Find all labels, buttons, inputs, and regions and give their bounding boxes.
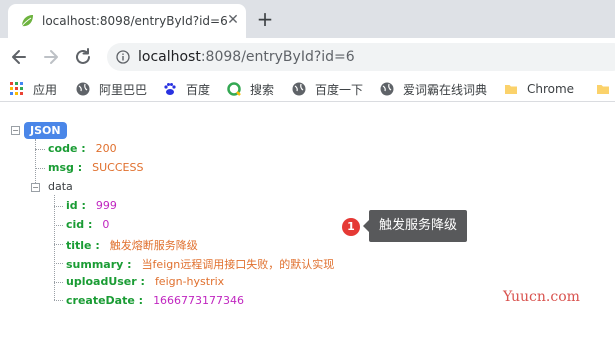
json-key: createDate : (66, 294, 144, 307)
spring-leaf-icon (21, 15, 33, 27)
json-row-msg: msg : SUCCESS (48, 161, 143, 174)
bookmark-folder-chrome[interactable]: Chrome (504, 81, 574, 97)
annotation-number-badge: 1 (342, 218, 360, 236)
tree-guide (54, 282, 63, 283)
json-key: id : (66, 199, 86, 212)
json-key: msg : (48, 161, 83, 174)
json-value: 1666773177346 (153, 294, 245, 307)
tab-strip: localhost:8098/entryById?id=6 ✕ + (0, 0, 615, 38)
bookmarks-bar: 应用 阿里巴巴 百度 搜索 百度一下 爱词霸在线词典 Chrome (0, 76, 615, 102)
new-tab-button[interactable]: + (254, 9, 276, 31)
watermark-text: Yuucn.com (503, 289, 580, 305)
bookmark-alibaba[interactable]: 阿里巴巴 (76, 81, 147, 97)
json-value: SUCCESS (92, 161, 144, 174)
json-viewer: − JSON code : 200 msg : SUCCESS − data id … (0, 103, 615, 353)
json-value: 200 (95, 142, 117, 155)
bookmark-label: 应用 (33, 82, 58, 97)
tree-guide (35, 139, 36, 187)
back-arrow-icon[interactable] (8, 46, 30, 68)
json-key: cid : (66, 218, 93, 231)
url-text[interactable]: localhost:8098/entryById?id=6 (138, 49, 355, 65)
json-key: summary : (66, 258, 132, 271)
bookmark-search[interactable]: 搜索 (227, 81, 274, 97)
globe-icon (380, 82, 394, 96)
tree-guide (54, 225, 63, 226)
tree-guide (54, 263, 63, 264)
bookmark-label: 阿里巴巴 (99, 82, 148, 97)
browser-toolbar: localhost:8098/entryById?id=6 (0, 38, 615, 76)
tree-guide (54, 195, 55, 300)
bookmark-label: 百度 (186, 82, 211, 97)
collapse-root-toggle[interactable]: − (11, 126, 20, 135)
baidu-paw-icon (164, 83, 176, 95)
bookmark-baidu-search[interactable]: 百度一下 (292, 81, 363, 97)
tree-guide (35, 168, 45, 169)
bookmark-apps[interactable]: 应用 (10, 81, 57, 97)
reload-icon[interactable] (72, 46, 94, 68)
json-key: code : (48, 142, 86, 155)
tab-title: localhost:8098/entryById?id=6 (42, 14, 228, 28)
info-icon[interactable] (116, 50, 130, 64)
json-root-badge[interactable]: JSON (24, 122, 67, 139)
bookmark-iciba[interactable]: 爱词霸在线词典 (380, 81, 487, 97)
tree-guide (35, 149, 45, 150)
json-row-create-date: createDate : 1666773177346 (66, 294, 244, 307)
json-row-cid: cid : 0 (66, 218, 109, 231)
tree-guide (54, 206, 63, 207)
collapse-data-toggle[interactable]: − (31, 183, 40, 192)
close-tab-icon[interactable]: ✕ (224, 11, 242, 29)
json-value: 999 (95, 199, 117, 212)
json-row-summary: summary : 当feign远程调用接口失败，的默认实现 (66, 256, 334, 272)
forward-arrow-icon[interactable] (40, 46, 62, 68)
annotation-callout: 触发服务降级 (362, 210, 468, 242)
json-row-upload-user: uploadUser : feign-hystrix (66, 275, 224, 288)
globe-icon (76, 82, 90, 96)
active-tab[interactable]: localhost:8098/entryById?id=6 ✕ (8, 4, 246, 38)
json-row-title: title : 触发熔断服务降级 (66, 237, 198, 253)
json-key: uploadUser : (66, 275, 145, 288)
apps-grid-icon (10, 82, 23, 95)
json-key: title : (66, 239, 100, 252)
folder-icon (597, 85, 609, 94)
bookmark-baidu[interactable]: 百度 (163, 81, 210, 97)
json-value: feign-hystrix (154, 275, 225, 288)
bookmark-label: 爱词霸在线词典 (403, 82, 488, 97)
folder-icon (505, 85, 517, 94)
json-value: 0 (102, 218, 110, 231)
search-circle-icon (227, 82, 241, 96)
url-host: localhost (138, 49, 201, 65)
bookmark-label: 搜索 (250, 82, 275, 97)
globe-icon (292, 82, 306, 96)
json-row-data[interactable]: data (48, 180, 73, 193)
address-bar[interactable]: localhost:8098/entryById?id=6 (107, 43, 615, 71)
url-path: :8098/entryById?id=6 (200, 49, 355, 65)
json-value: 当feign远程调用接口失败，的默认实现 (141, 258, 335, 271)
json-row-code: code : 200 (48, 142, 117, 155)
tree-guide (54, 244, 63, 245)
json-row-id: id : 999 (66, 199, 117, 212)
bookmark-label: Chrome (527, 82, 575, 96)
json-value: 触发熔断服务降级 (109, 239, 198, 252)
tree-guide (54, 300, 63, 301)
bookmark-label: 百度一下 (315, 82, 364, 97)
json-key: data (48, 180, 73, 193)
bookmark-folder-partial[interactable]: 发 (596, 81, 615, 97)
